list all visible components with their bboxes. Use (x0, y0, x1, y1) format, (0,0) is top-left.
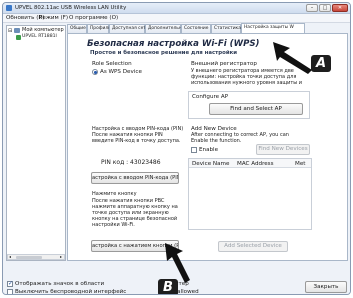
find-new-devices-button[interactable]: Find New Devices (256, 144, 310, 155)
computer-icon (14, 28, 20, 33)
device-tree[interactable]: ⊟ Мой компьютер UPVEL RT1881l ◂ ▸ (6, 25, 66, 261)
tab-statistics[interactable]: Статистика (211, 24, 241, 33)
scroll-right-icon[interactable]: ▸ (60, 254, 62, 259)
expand-icon[interactable]: ⊟ (8, 28, 12, 34)
close-button[interactable]: Закрыть (305, 281, 347, 293)
find-select-ap-button[interactable]: Find and Select AP (209, 103, 303, 115)
add-device-text-2: Enable the function. (191, 138, 242, 144)
device-list-header: Device Name MAC Address Met (189, 159, 311, 168)
device-list[interactable]: Device Name MAC Address Met (188, 158, 312, 230)
wps-title: Безопасная настройка Wi-Fi (WPS) (87, 39, 260, 49)
pin-setup-button[interactable]: астройка с вводом PIN-кода (PIN (91, 172, 179, 184)
column-device-name[interactable]: Device Name (192, 161, 229, 167)
menu-bar: Обновить (R) Режим (F) О программе (O) (3, 14, 350, 23)
callout-b-arrow-icon (165, 243, 190, 283)
app-icon (6, 5, 12, 11)
show-tray-icon-checkbox[interactable] (7, 280, 13, 287)
menu-mode[interactable]: Режим (F) (39, 15, 68, 21)
role-selection-label: Role Selection (92, 61, 132, 67)
pin-code-value: 43023486 (130, 159, 161, 166)
pbc-text-1: Нажмите кнопку (92, 191, 137, 197)
close-window-button[interactable]: ✕ (332, 4, 348, 12)
configure-ap-group: Configure AP Find and Select AP (188, 91, 310, 119)
enable-label[interactable]: Enable (199, 147, 218, 153)
add-selected-device-button[interactable]: Add Selected Device (218, 241, 288, 252)
adapter-icon (16, 35, 21, 40)
role-wps-device-radio[interactable] (92, 69, 98, 75)
disable-wireless-checkbox[interactable] (7, 289, 13, 294)
tab-wps[interactable]: Настройка защиты W (241, 23, 305, 33)
pin-text-3: введите PIN-код в точку доступа. (92, 138, 181, 144)
disable-wireless-label[interactable]: Выключить беспроводной интерфейс (15, 289, 126, 294)
tab-advanced[interactable]: Дополнительно (145, 24, 184, 33)
role-wps-device-label[interactable]: As WPS Device (100, 69, 142, 75)
callout-a-arrow-icon (273, 42, 312, 74)
tree-adapter[interactable]: UPVEL RT1881l (22, 34, 57, 39)
pbc-text-6: настройки Wi-Fi. (92, 222, 135, 228)
wps-panel: Безопасная настройка Wi-Fi (WPS) Простое… (67, 33, 348, 261)
tab-general[interactable]: Общие (67, 24, 87, 33)
registrar-label: Внешний регистратор (191, 61, 257, 67)
tab-available-network[interactable]: Доступная сеть (109, 24, 148, 33)
tab-profile[interactable]: Профиль (87, 24, 111, 33)
registrar-text-3: использования нужного уровня защиты и (191, 80, 303, 86)
tab-strip: Общие Профиль Доступная сеть Дополнитель… (67, 23, 350, 33)
tab-status[interactable]: Состояние (181, 24, 211, 33)
minimize-button[interactable]: – (306, 4, 318, 12)
pin-code-label: PIN код : (101, 159, 129, 166)
maximize-button[interactable]: □ (319, 4, 331, 12)
scroll-thumb[interactable] (16, 256, 42, 259)
column-mac-address[interactable]: MAC Address (237, 161, 274, 167)
show-tray-icon-label[interactable]: Отображать значок в области (15, 281, 104, 287)
title-bar: UPVEL 802.11ac USB Wireless LAN Utility … (3, 3, 350, 14)
menu-about[interactable]: О программе (O) (69, 15, 118, 21)
wps-subtitle: Простое и безопасное решение для настрой… (90, 50, 238, 56)
column-method[interactable]: Met (295, 161, 305, 167)
enable-checkbox[interactable] (191, 147, 197, 153)
window-title: UPVEL 802.11ac USB Wireless LAN Utility (15, 5, 127, 11)
utility-window: UPVEL 802.11ac USB Wireless LAN Utility … (2, 2, 351, 295)
tree-hscrollbar[interactable]: ◂ ▸ (7, 254, 65, 260)
configure-ap-label: Configure AP (192, 94, 229, 100)
scroll-left-icon[interactable]: ◂ (9, 254, 11, 259)
tree-root[interactable]: Мой компьютер (22, 27, 64, 33)
